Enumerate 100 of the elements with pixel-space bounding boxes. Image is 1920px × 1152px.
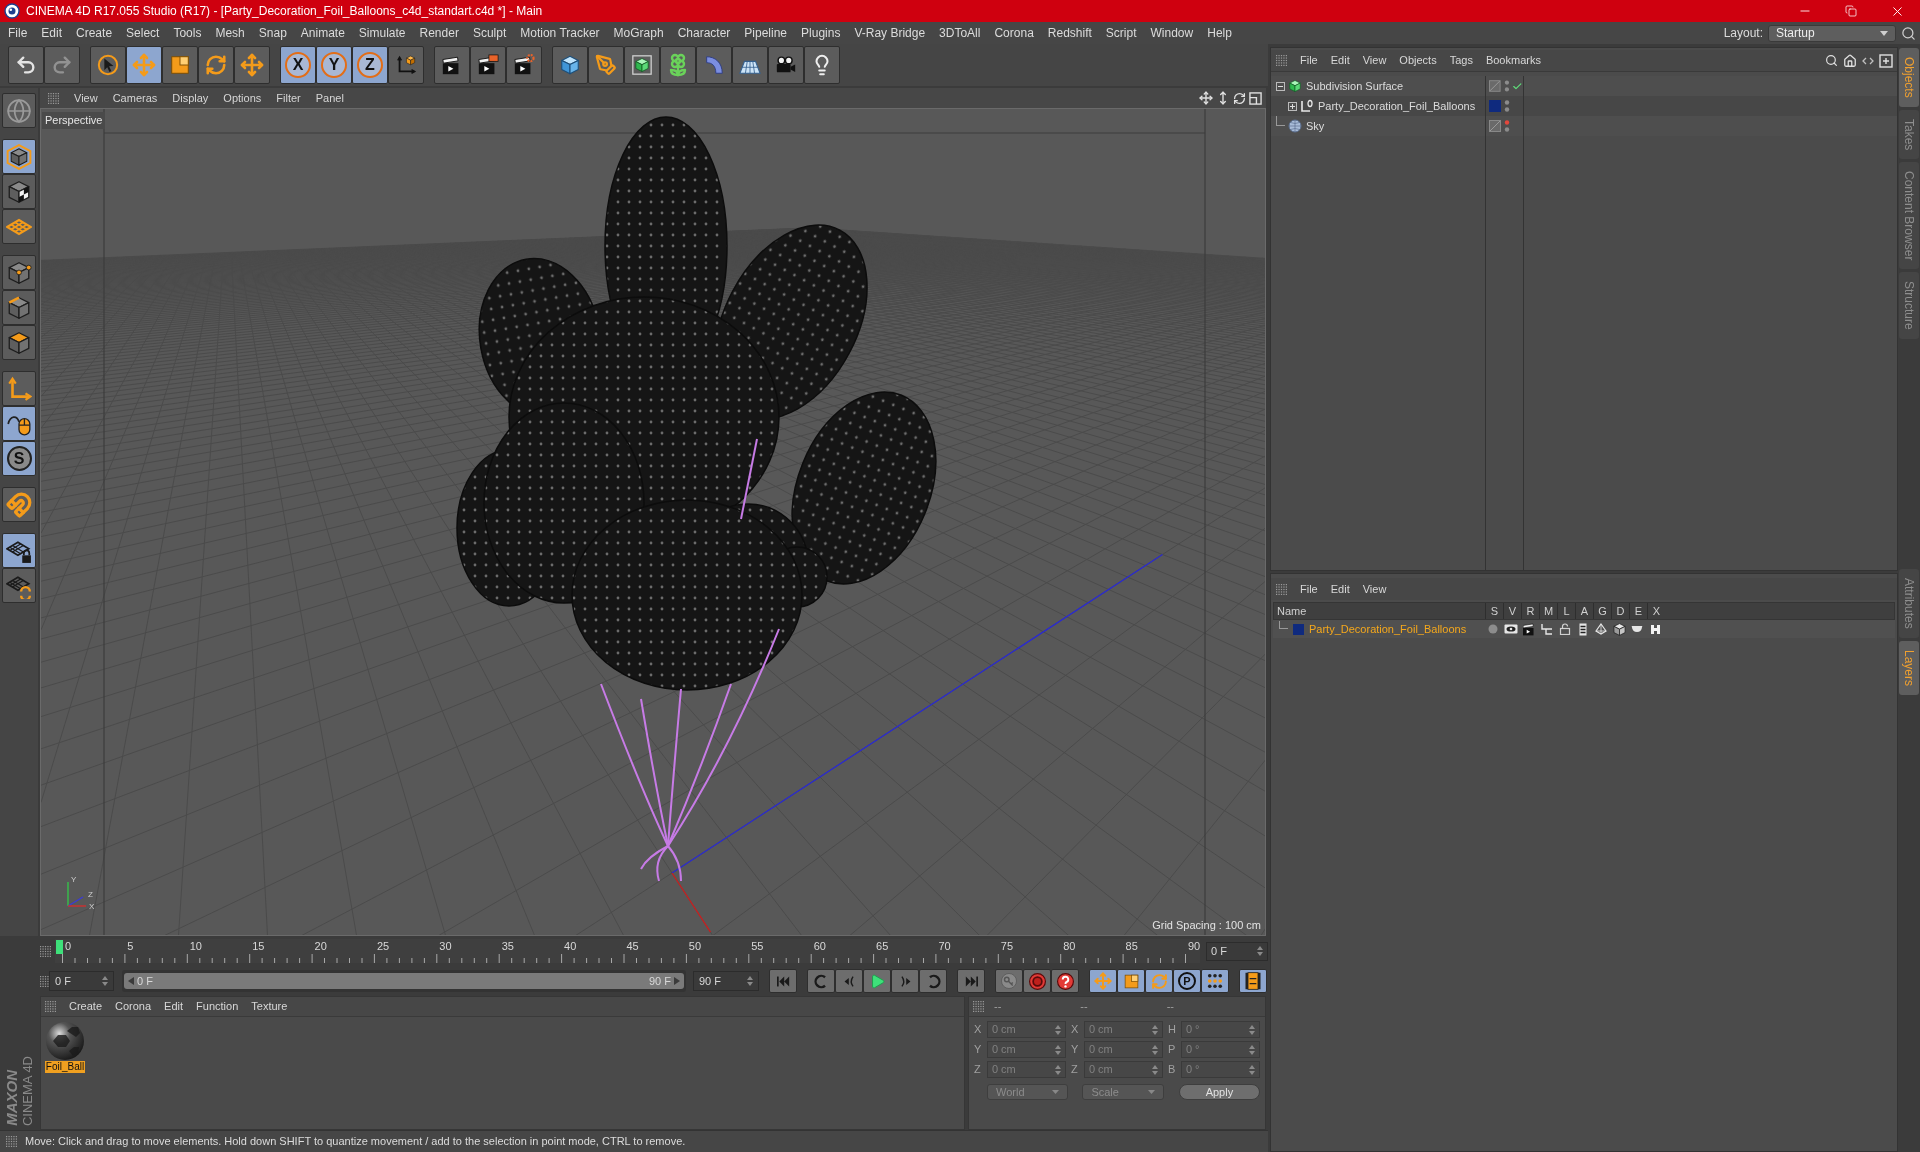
menu-item[interactable]: Display xyxy=(172,89,209,107)
status-dots-icon[interactable] xyxy=(1504,99,1510,113)
column-header[interactable]: V xyxy=(1503,603,1521,619)
spinner-arrows-icon[interactable] xyxy=(1055,1064,1061,1075)
menu-item[interactable]: Corona xyxy=(994,24,1034,42)
spinner-arrows-icon[interactable] xyxy=(1249,1044,1255,1055)
menu-item[interactable]: View xyxy=(1362,52,1387,69)
light-button[interactable] xyxy=(804,46,840,84)
last-tool-button[interactable] xyxy=(234,46,270,84)
apply-button[interactable]: Apply xyxy=(1178,1084,1260,1100)
viewport[interactable]: Perspective Grid Spacing : 100 cm Y Z X xyxy=(40,108,1266,936)
menu-item[interactable]: Snap xyxy=(258,24,287,42)
polygons-mode-button[interactable] xyxy=(2,325,36,360)
move-tool-button[interactable] xyxy=(126,46,162,84)
menu-item[interactable]: Tools xyxy=(173,24,202,42)
menu-item[interactable]: Redshift xyxy=(1047,24,1092,42)
add-cube-button[interactable] xyxy=(552,46,588,84)
hierarchy-icon[interactable] xyxy=(1541,623,1553,635)
menu-item[interactable]: Simulate xyxy=(358,24,406,42)
menu-item[interactable]: Character xyxy=(677,24,731,42)
spinner-arrows-icon[interactable] xyxy=(1257,946,1263,956)
playhead-marker[interactable] xyxy=(56,940,63,954)
menu-item[interactable]: Filter xyxy=(276,89,301,107)
menu-item[interactable]: Select xyxy=(126,24,160,42)
bowl-icon[interactable] xyxy=(1630,625,1644,633)
check-icon[interactable] xyxy=(1512,80,1523,92)
camera-button[interactable] xyxy=(768,46,804,84)
grip-icon[interactable] xyxy=(973,1001,984,1012)
menu-item[interactable]: V-Ray Bridge xyxy=(854,24,926,42)
axis-lock-button[interactable]: X xyxy=(280,46,316,84)
menu-item[interactable]: Pipeline xyxy=(744,24,788,42)
next-key-button[interactable] xyxy=(919,969,947,993)
menu-item[interactable]: View xyxy=(74,89,98,107)
undo-button[interactable] xyxy=(8,46,44,84)
layer-color-icon[interactable] xyxy=(1293,623,1304,635)
menu-item[interactable]: Window xyxy=(1150,24,1194,42)
column-header[interactable]: D xyxy=(1611,603,1629,619)
start-frame-field[interactable]: 0 F xyxy=(49,971,114,991)
orbit-icon[interactable] xyxy=(1233,91,1246,105)
search-icon[interactable] xyxy=(1825,54,1838,67)
column-header[interactable]: E xyxy=(1629,603,1647,619)
coordinate-system-button[interactable] xyxy=(388,46,424,84)
plus-square-icon[interactable] xyxy=(1879,53,1893,68)
previous-frame-button[interactable] xyxy=(835,969,863,993)
timeline-ruler[interactable]: 0 5 10 15 20 25 30 35 40 45 50 55 60 65 70 75 80 85 90 xyxy=(55,939,1201,963)
expand-icon[interactable] xyxy=(1288,101,1297,111)
menu-item[interactable]: Edit xyxy=(1330,52,1350,69)
lock-workplane-button[interactable] xyxy=(2,533,36,568)
subdivision-button[interactable] xyxy=(624,46,660,84)
cloner-button[interactable] xyxy=(660,46,696,84)
spinner-arrows-icon[interactable] xyxy=(1152,1044,1158,1055)
menu-item[interactable]: Corona xyxy=(115,998,152,1015)
menu-item[interactable]: Options xyxy=(223,89,262,107)
stacked-bars-icon[interactable] xyxy=(1579,622,1587,636)
chevrons-icon[interactable] xyxy=(1862,56,1874,65)
points-mode-button[interactable] xyxy=(2,255,36,290)
axis-lock-button[interactable]: Y xyxy=(316,46,352,84)
deformer-button[interactable] xyxy=(696,46,732,84)
menu-item[interactable]: Tags xyxy=(1449,52,1473,69)
last-frame-button[interactable] xyxy=(957,969,985,993)
align-workplane-button[interactable] xyxy=(2,568,36,603)
column-header[interactable]: L xyxy=(1557,603,1575,619)
menu-item[interactable]: Panel xyxy=(315,89,344,107)
menu-item[interactable]: Motion Tracker xyxy=(520,24,600,42)
padlock-icon[interactable] xyxy=(1559,623,1571,635)
menu-item[interactable]: Edit xyxy=(41,24,63,42)
column-header[interactable]: R xyxy=(1521,603,1539,619)
spinner-arrows-icon[interactable] xyxy=(102,976,108,986)
current-frame-field[interactable]: 0 F xyxy=(1206,941,1268,961)
spinner-arrows-icon[interactable] xyxy=(1152,1064,1158,1075)
clapperboard-icon[interactable] xyxy=(1522,622,1536,636)
menu-item[interactable]: 3DToAll xyxy=(939,24,981,42)
home-icon[interactable] xyxy=(1843,53,1857,68)
tree-row[interactable]: Party_Decoration_Foil_Balloons xyxy=(1271,96,1897,116)
floor-button[interactable] xyxy=(732,46,768,84)
menu-item[interactable]: Objects xyxy=(1399,52,1437,69)
spinner-arrows-icon[interactable] xyxy=(1055,1044,1061,1055)
search-icon[interactable] xyxy=(1901,25,1916,41)
spinner-arrows-icon[interactable] xyxy=(747,976,753,986)
render-to-viewer-button[interactable] xyxy=(470,46,506,84)
eye-icon[interactable] xyxy=(1504,624,1518,634)
first-frame-button[interactable] xyxy=(769,969,797,993)
spinner-arrows-icon[interactable] xyxy=(1249,1064,1255,1075)
tweak-mode-button[interactable] xyxy=(2,406,36,441)
model-mode-button[interactable] xyxy=(2,139,36,174)
autokey-button[interactable] xyxy=(1051,969,1079,993)
key-button[interactable] xyxy=(995,969,1023,993)
cube-icon[interactable] xyxy=(1612,622,1626,636)
texture-mode-button[interactable] xyxy=(2,174,36,209)
workplane-mode-button[interactable] xyxy=(2,209,36,244)
menu-item[interactable]: MoGraph xyxy=(613,24,664,42)
column-header[interactable]: G xyxy=(1593,603,1611,619)
status-dots-icon[interactable] xyxy=(1504,119,1510,133)
grip-icon[interactable] xyxy=(40,975,51,987)
snap-button[interactable] xyxy=(2,487,36,522)
menu-item[interactable]: Plugins xyxy=(801,24,841,42)
menu-item[interactable]: Render xyxy=(419,24,459,42)
select-tool-button[interactable] xyxy=(90,46,126,84)
spinner-arrows-icon[interactable] xyxy=(1152,1024,1158,1035)
grip-icon[interactable] xyxy=(1276,583,1287,595)
